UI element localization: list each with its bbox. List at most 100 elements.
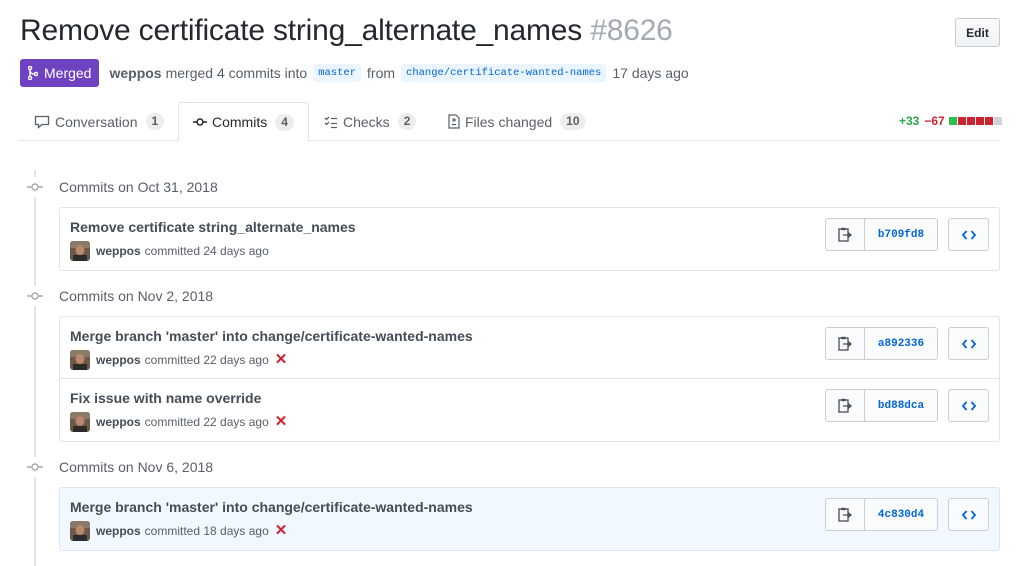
avatar[interactable] [70, 350, 90, 370]
commit-group-header: Commits on Nov 6, 2018 [25, 457, 213, 477]
tab-count: 2 [397, 113, 417, 130]
pr-meta: Merged weppos merged 4 commits into mast… [20, 59, 689, 87]
diffstat-block [993, 117, 1002, 125]
commit-row: Merge branch 'master' into change/certif… [60, 488, 999, 550]
comment-icon [34, 115, 50, 129]
clipboard-icon [838, 336, 852, 351]
diffstat: +33 −67 [899, 114, 1002, 128]
merge-text: merged 4 commits into [165, 65, 308, 81]
diffstat-blocks [948, 117, 1002, 125]
tab-count: 1 [145, 113, 165, 130]
from-text: from [367, 65, 396, 81]
tab-conversation[interactable]: Conversation 1 [20, 102, 178, 141]
edit-button[interactable]: Edit [955, 18, 1000, 47]
merged-badge: Merged [20, 59, 100, 87]
commit-message[interactable]: Merge branch 'master' into change/certif… [70, 328, 473, 344]
merged-time: 17 days ago [612, 65, 689, 81]
commit-message[interactable]: Remove certificate string_alternate_name… [70, 219, 356, 235]
commit-list: Remove certificate string_alternate_name… [59, 207, 1000, 271]
commit-author[interactable]: weppos [96, 524, 141, 538]
commit-time: 22 days ago [203, 415, 269, 429]
commit-row: Fix issue with name override weppos comm… [60, 379, 999, 441]
commit-sha-button[interactable]: b709fd8 [865, 218, 938, 251]
tab-label: Conversation [55, 113, 138, 130]
commit-time: 22 days ago [203, 353, 269, 367]
avatar[interactable] [70, 521, 90, 541]
commit-byline: weppos committed 22 days ago ✕ [70, 412, 287, 432]
commit-group-icon [25, 457, 45, 477]
pr-number: #8626 [590, 14, 673, 47]
avatar[interactable] [70, 412, 90, 432]
browse-repo-button[interactable] [948, 498, 989, 531]
diffstat-block [984, 117, 993, 125]
checks-icon [324, 116, 337, 128]
commit-author[interactable]: weppos [96, 353, 141, 367]
commit-group-header: Commits on Nov 2, 2018 [25, 286, 213, 306]
diffstat-block [975, 117, 984, 125]
clipboard-icon [838, 227, 852, 242]
pr-author[interactable]: weppos [109, 65, 161, 81]
commit-group-date: Commits on Nov 6, 2018 [59, 459, 214, 475]
avatar[interactable] [70, 241, 90, 261]
commit-sha-button[interactable]: a892336 [865, 327, 938, 360]
file-diff-icon [448, 114, 460, 129]
commit-group-icon [25, 286, 45, 306]
commit-verb: committed [144, 244, 201, 258]
commit-author[interactable]: weppos [96, 244, 141, 258]
commit-group-header: Commits on Oct 31, 2018 [25, 177, 218, 197]
commit-verb: committed [144, 524, 201, 538]
commit-sha-group: a892336 [825, 327, 938, 360]
commit-author[interactable]: weppos [96, 415, 141, 429]
pr-tabs: Conversation 1 Commits 4 Checks 2 Files … [18, 102, 1000, 142]
diffstat-block [957, 117, 966, 125]
failed-status-icon[interactable]: ✕ [275, 523, 288, 538]
browse-repo-button[interactable] [948, 327, 989, 360]
commit-verb: committed [144, 415, 201, 429]
diffstat-block [948, 117, 957, 125]
diffstat-block [966, 117, 975, 125]
commit-sha-group: b709fd8 [825, 218, 938, 251]
code-icon [961, 338, 976, 349]
copy-sha-button[interactable] [825, 327, 865, 360]
commit-group-date: Commits on Oct 31, 2018 [59, 179, 218, 195]
commit-list: Merge branch 'master' into change/certif… [59, 316, 1000, 442]
additions-count: +33 [899, 114, 920, 128]
tab-label: Files changed [465, 113, 553, 130]
merge-icon [28, 66, 38, 80]
browse-repo-button[interactable] [948, 389, 989, 422]
commit-byline: weppos committed 22 days ago ✕ [70, 350, 287, 370]
tab-label: Commits [212, 114, 268, 130]
clipboard-icon [838, 398, 852, 413]
commit-message[interactable]: Merge branch 'master' into change/certif… [70, 499, 473, 515]
copy-sha-button[interactable] [825, 389, 865, 422]
commit-sha-group: bd88dca [825, 389, 938, 422]
tab-count: 10 [560, 113, 586, 130]
code-icon [961, 229, 976, 240]
pr-title-text: Remove certificate string_alternate_name… [20, 14, 583, 47]
commit-icon [193, 118, 207, 126]
tab-commits[interactable]: Commits 4 [178, 102, 309, 142]
merged-label: Merged [44, 65, 92, 81]
browse-repo-button[interactable] [948, 218, 989, 251]
failed-status-icon[interactable]: ✕ [275, 414, 288, 429]
base-branch[interactable]: master [313, 64, 362, 82]
copy-sha-button[interactable] [825, 498, 865, 531]
commit-byline: weppos committed 18 days ago ✕ [70, 521, 287, 541]
commit-time: 24 days ago [203, 244, 269, 258]
commit-row: Merge branch 'master' into change/certif… [60, 317, 999, 379]
tab-files-changed[interactable]: Files changed 10 [434, 102, 600, 141]
failed-status-icon[interactable]: ✕ [275, 352, 288, 367]
commit-time: 18 days ago [203, 524, 269, 538]
commit-verb: committed [144, 353, 201, 367]
commit-byline: weppos committed 24 days ago [70, 241, 269, 261]
commit-group-date: Commits on Nov 2, 2018 [59, 288, 214, 304]
commit-sha-button[interactable]: bd88dca [865, 389, 938, 422]
head-branch[interactable]: change/certificate-wanted-names [401, 64, 607, 82]
copy-sha-button[interactable] [825, 218, 865, 251]
timeline-line [34, 170, 36, 566]
commit-sha-group: 4c830d4 [825, 498, 938, 531]
commit-sha-button[interactable]: 4c830d4 [865, 498, 938, 531]
commit-message[interactable]: Fix issue with name override [70, 390, 261, 406]
tab-checks[interactable]: Checks 2 [310, 102, 430, 141]
tab-count: 4 [275, 113, 294, 131]
